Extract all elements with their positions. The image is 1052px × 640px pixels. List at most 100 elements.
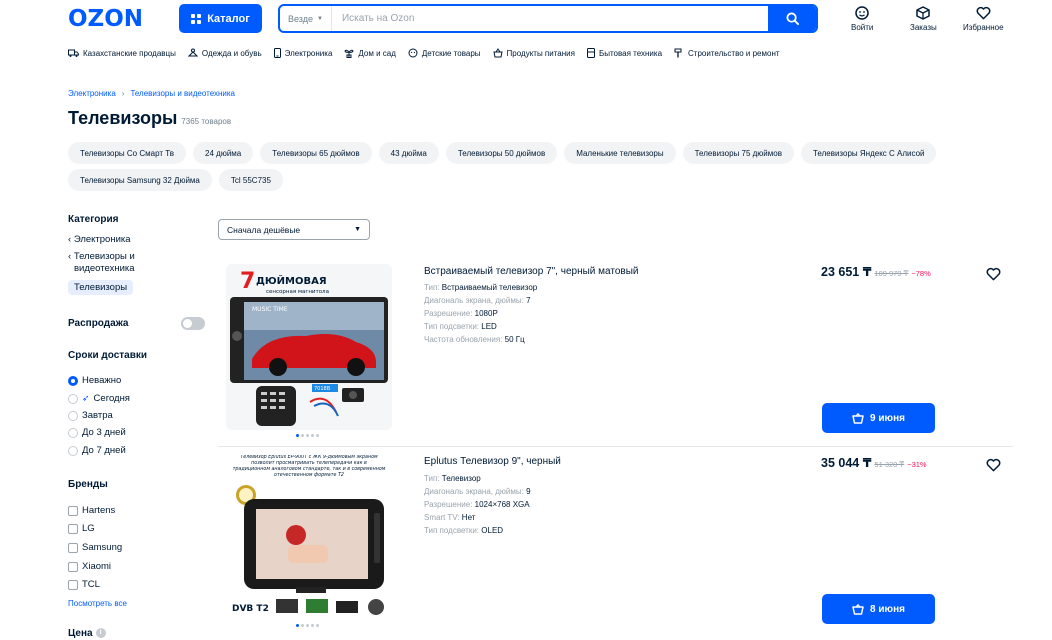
product-image[interactable]: 7 ДЮЙМОВАЯ сенсорная магнитола MUSIC TIM… [226,264,392,430]
baby-icon [408,48,418,58]
orders-action[interactable]: Заказы [910,6,937,32]
spec-key: Частота обновления: [424,335,503,344]
chip-50-inch[interactable]: Телевизоры 50 дюймов [445,142,558,164]
svg-text:7: 7 [240,269,255,294]
chip-75-inch[interactable]: Телевизоры 75 дюймов [682,142,794,164]
chip-samsung-32[interactable]: Телевизоры Samsung 32 Дюйма [68,169,212,191]
caret-down-icon: ▼ [354,226,361,233]
image-pager[interactable] [296,624,319,627]
add-to-cart-button[interactable]: 8 июня [822,594,935,624]
heart-icon[interactable] [986,458,1001,472]
delivery-option-7-days[interactable]: До 7 дней [68,445,126,456]
delivery-option-today[interactable]: ➶ Сегодня [68,393,130,404]
catalog-button[interactable]: Каталог [179,4,262,33]
brand-tcl[interactable]: TCL [68,579,100,590]
svg-text:сенсорная магнитола: сенсорная магнитола [266,289,329,295]
brands-see-all-link[interactable]: Посмотреть все [68,599,127,608]
svg-text:DVB T2: DVB T2 [232,604,269,614]
category-active-tv[interactable]: Телевизоры [68,280,134,295]
spec-key: Тип: [424,474,440,483]
search-button[interactable] [768,6,816,31]
category-kids[interactable]: Детские товары [408,48,481,58]
image-pager[interactable] [296,434,319,437]
sale-filter-title: Распродажа [68,318,129,329]
delivery-filter-title: Сроки доставки [68,350,148,361]
category-link-tv-video[interactable]: ‹ Телевизоры и видеотехника [68,251,135,275]
category-electronics[interactable]: Электроника [273,48,333,58]
favorites-label: Избранное [963,23,1004,32]
phone-icon [273,48,281,58]
delivery-option-label: Сегодня [93,393,130,404]
brand-hartens[interactable]: Hartens [68,505,115,516]
price-filter-label: Цена [68,628,93,639]
product-card[interactable]: Телевизор Eplutus EP-900T с ЖК 9-дюймовы… [218,453,1013,640]
sale-toggle[interactable] [181,317,205,330]
brands-filter-title: Бренды [68,479,108,490]
category-link-label-2: видеотехника [74,263,135,274]
spec-value: OLED [481,526,504,535]
chevron-left-icon: ‹ [68,234,72,245]
spec-row: Диагональ экрана, дюймы: 7 [424,296,531,305]
category-link-label: Электроника [73,234,131,245]
spec-key: Разрешение: [424,500,473,509]
search-scope-label: Везде [288,13,313,24]
delivery-option-tomorrow[interactable]: Завтра [68,410,113,421]
car-stereo-image: 7 ДЮЙМОВАЯ сенсорная магнитола MUSIC TIM… [226,264,392,430]
category-clothes[interactable]: Одежда и обувь [187,48,262,58]
chip-43-inch[interactable]: 43 дюйма [378,142,439,164]
chip-small-tv[interactable]: Маленькие телевизоры [564,142,676,164]
product-title[interactable]: Встраиваемый телевизор 7", черный матовы… [424,266,638,277]
product-title[interactable]: Eplutus Телевизор 9", черный [424,456,561,467]
spec-value: 50 Гц [504,335,525,344]
category-food[interactable]: Продукты питания [492,48,575,58]
old-price: 51 320 ₸ [874,460,905,469]
old-price: 109 979 ₸ [874,269,909,278]
spec-key: Тип: [424,283,440,292]
breadcrumb-tv-video[interactable]: Телевизоры и видеотехника [130,89,235,98]
brand-label: Xiaomi [82,561,112,572]
category-link-electronics[interactable]: ‹ Электроника [68,234,131,246]
category-appliances[interactable]: Бытовая техника [586,48,662,58]
user-icon [855,6,869,20]
spec-value: Телевизор [441,474,481,483]
ozon-logo[interactable]: OZON [68,6,143,32]
chip-tcl-55c735[interactable]: Tcl 55C735 [218,169,283,191]
price-block: 35 044 ₸ 51 320 ₸ −31% [821,455,927,470]
delivery-option-label: До 3 дней [82,427,126,438]
chip-65-inch[interactable]: Телевизоры 65 дюймов [260,142,372,164]
svg-text:ДЮЙМОВАЯ: ДЮЙМОВАЯ [256,274,327,287]
brand-samsung[interactable]: Samsung [68,542,122,553]
info-icon[interactable]: i [95,628,106,639]
delivery-date-label: 8 июня [870,603,905,615]
chip-smart-tv[interactable]: Телевизоры Со Смарт Тв [68,142,187,164]
login-action[interactable]: Войти [851,6,873,32]
spec-row: Тип подсветки: OLED [424,526,503,535]
brand-lg[interactable]: LG [68,523,95,534]
sort-select[interactable]: Сначала дешёвые ▼ [218,219,370,240]
breadcrumb-electronics[interactable]: Электроника [68,89,116,98]
search-bar: Везде ▼ [278,4,818,33]
heart-icon [976,6,991,20]
category-label: Электроника [284,48,333,58]
search-input[interactable] [331,13,768,24]
spec-row: Диагональ экрана, дюймы: 9 [424,487,531,496]
login-label: Войти [851,23,874,32]
product-image[interactable]: Телевизор Eplutus EP-900T с ЖК 9-дюймовы… [226,453,392,619]
brand-xiaomi[interactable]: Xiaomi [68,561,111,572]
basket-icon [492,48,503,58]
heart-icon[interactable] [986,267,1001,281]
category-home-garden[interactable]: Дом и сад [344,48,396,58]
category-filter-title: Категория [68,214,119,225]
add-to-cart-button[interactable]: 9 июня [822,403,935,433]
chip-yandex-alice[interactable]: Телевизоры Яндекс С Алисой [800,142,937,164]
favorites-action[interactable]: Избранное [963,6,1004,32]
search-scope-select[interactable]: Везде ▼ [280,6,332,31]
category-construction[interactable]: Строительство и ремонт [674,48,780,58]
delivery-option-3-days[interactable]: До 3 дней [68,427,126,438]
delivery-option-any[interactable]: Неважно [68,375,121,386]
chip-24-inch[interactable]: 24 дюйма [193,142,254,164]
category-kz-sellers[interactable]: Казахстанские продавцы [68,48,176,58]
product-card[interactable]: 7 ДЮЙМОВАЯ сенсорная магнитола MUSIC TIM… [218,262,1013,444]
cart-icon [852,412,864,424]
spec-key: Тип подсветки: [424,322,480,331]
